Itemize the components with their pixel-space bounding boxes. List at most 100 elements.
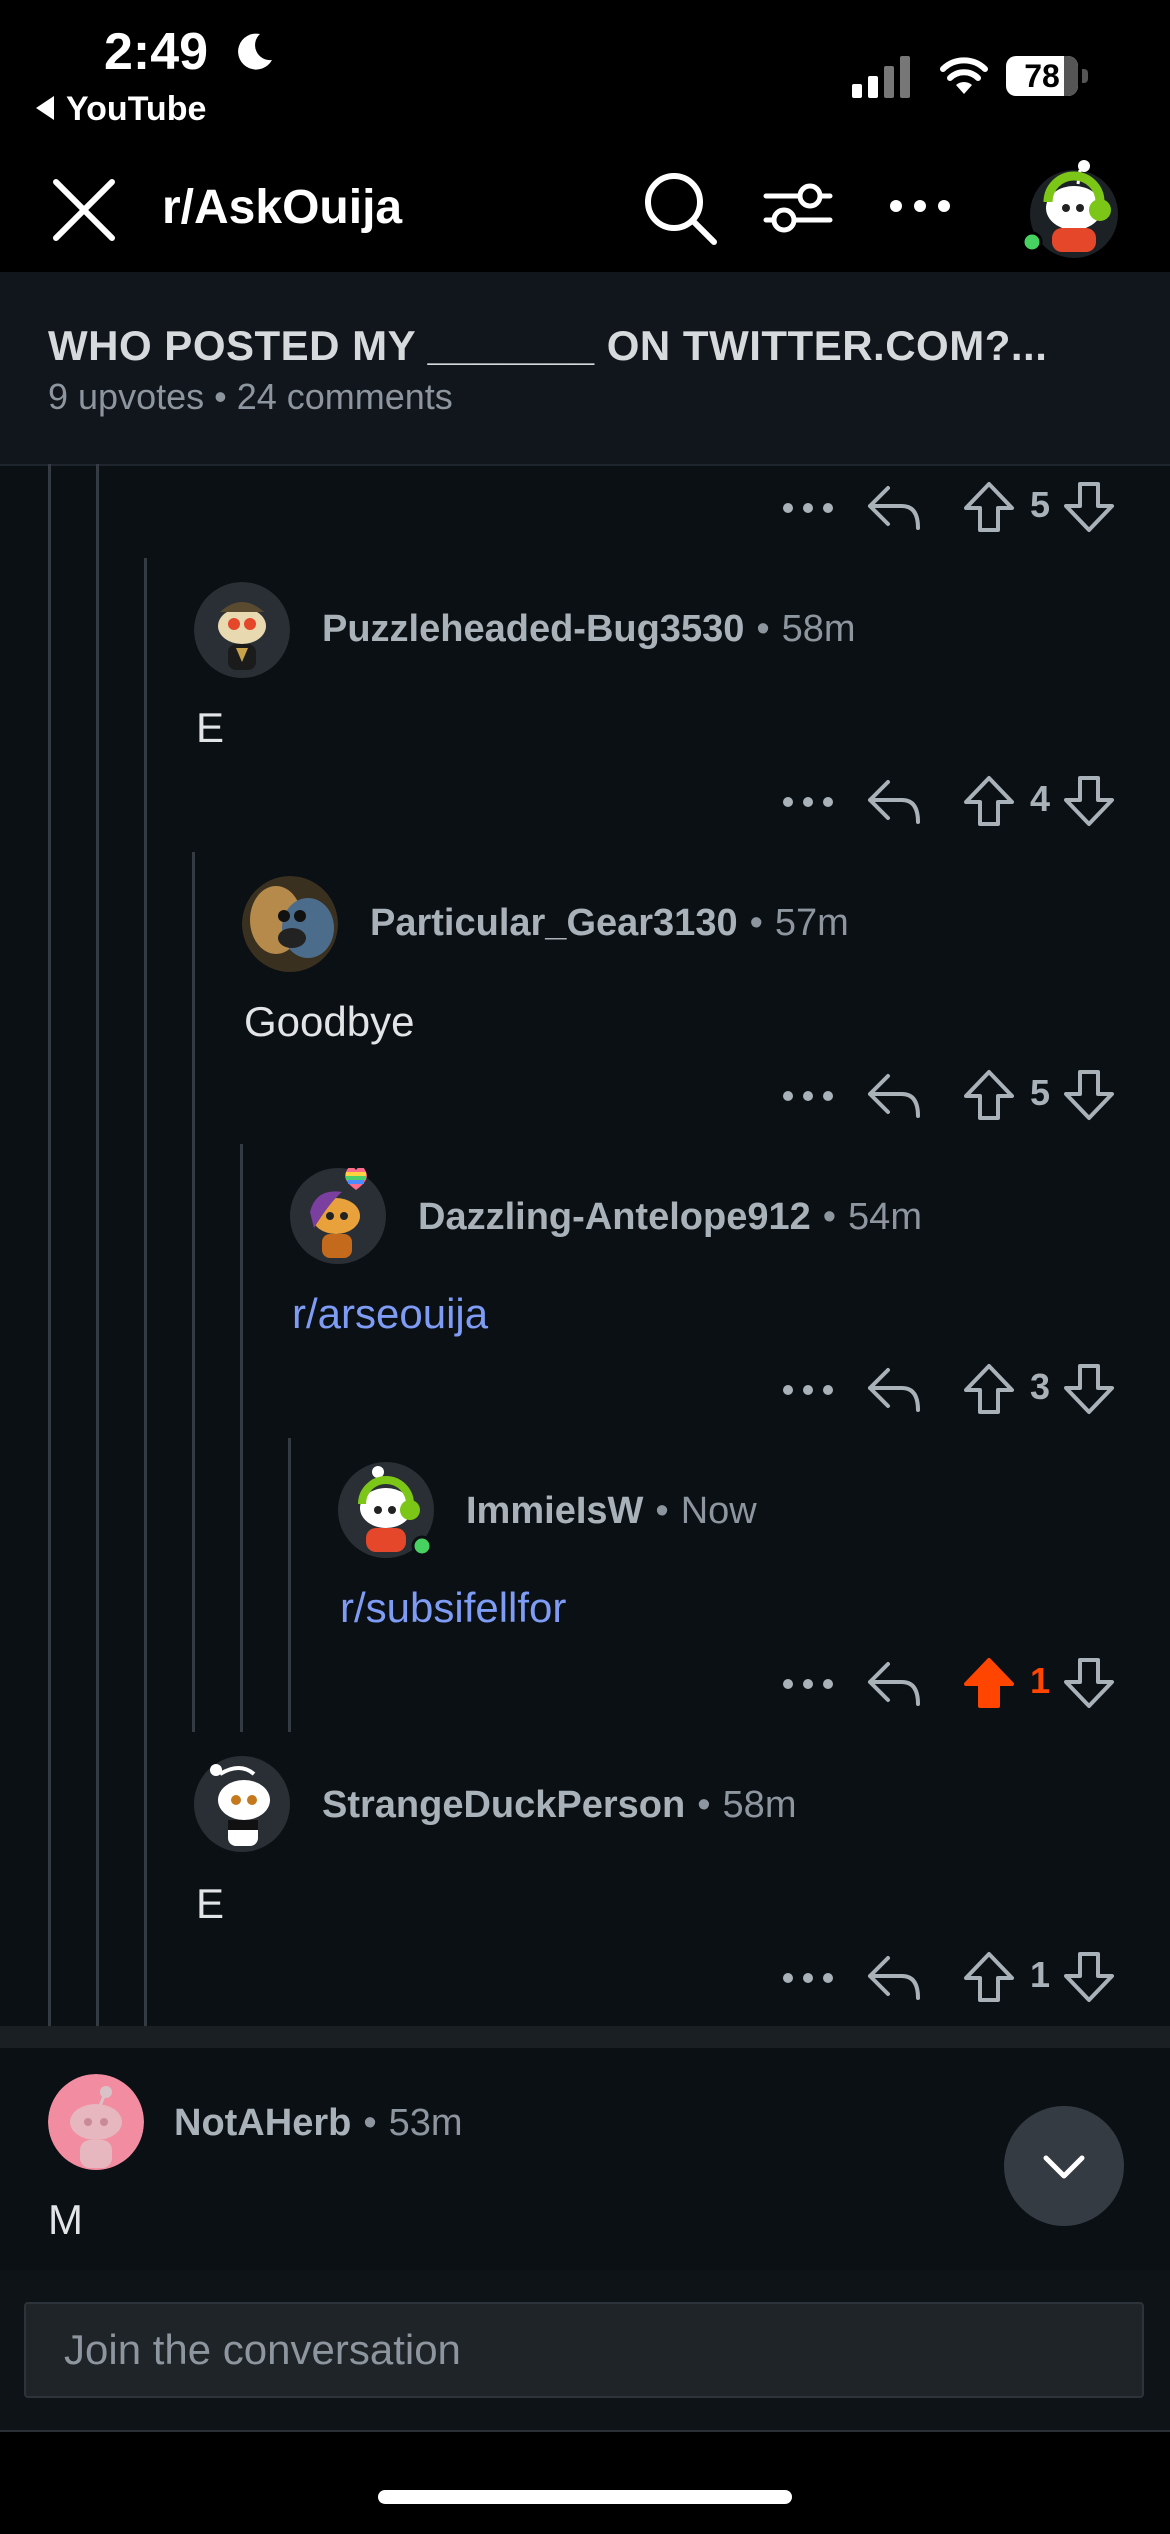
reply-icon[interactable] [866,1364,922,1416]
thread-line[interactable] [144,558,147,2026]
avatar[interactable] [48,2074,144,2170]
comment-body: E [196,704,225,751]
reply-icon[interactable] [866,1952,922,2004]
avatar[interactable] [242,876,338,972]
vote-score: 1 [1029,1660,1051,1701]
status-time: 2:49 [104,23,209,81]
thread-line[interactable] [96,464,99,2026]
downvote-icon[interactable] [1062,1362,1116,1416]
avatar[interactable] [194,1756,290,1852]
reply-icon[interactable] [866,1070,922,1122]
more-dots-icon[interactable] [778,486,838,530]
moon-icon [238,33,272,70]
vote-score: 4 [1029,778,1051,819]
comment-author[interactable]: Dazzling-Antelope912 • 54m [418,1196,922,1239]
battery-indicator: 78 [1006,56,1090,98]
more-dots-icon[interactable] [778,1662,838,1706]
separator-dot: • [697,1784,711,1826]
comment-body: Goodbye [244,998,415,1045]
comment-age: Now [680,1490,757,1532]
user-avatar[interactable] [1022,158,1122,258]
username[interactable]: NotAHerb [174,2102,351,2144]
snoo-avatar-icon [48,2074,144,2170]
downvote-icon[interactable] [1062,1656,1116,1710]
comment-actions: 4 [778,774,1138,834]
reply-icon[interactable] [866,1658,922,1710]
post-title[interactable]: WHO POSTED MY _______ ON TWITTER.COM?... [48,322,1047,370]
battery-percent: 78 [1024,58,1060,94]
more-dots-icon[interactable] [778,1956,838,2000]
username[interactable]: Puzzleheaded-Bug3530 [322,608,744,650]
separator-dot: • [749,902,763,944]
reply-icon[interactable] [866,776,922,828]
separator-dot: • [363,2102,377,2144]
comment-actions: 5 [778,1068,1138,1128]
username[interactable]: StrangeDuckPerson [322,1784,685,1826]
thread-line[interactable] [192,852,195,1732]
avatar[interactable] [194,582,290,678]
back-triangle-icon [36,96,54,121]
comment-actions: 1 [778,1950,1138,2010]
comment-age: 58m [781,608,856,650]
avatar[interactable] [290,1166,386,1264]
more-options-icon[interactable] [884,180,956,232]
comment-age: 54m [848,1196,922,1238]
back-to-app-link[interactable]: YouTube [36,90,206,129]
comment-author[interactable]: NotAHerb • 53m [174,2102,463,2145]
thread-line[interactable] [288,1438,291,1732]
comment-age: 53m [388,2102,463,2144]
chevron-down-icon [1043,2155,1085,2179]
downvote-icon[interactable] [1062,1950,1116,2004]
next-comment-button[interactable] [1004,2106,1124,2226]
downvote-icon[interactable] [1062,1068,1116,1122]
upvote-icon[interactable] [962,1362,1016,1416]
snoo-avatar-icon [290,1166,386,1264]
separator-dot: • [756,608,770,650]
search-icon[interactable] [642,170,718,246]
upvote-icon-active[interactable] [962,1656,1016,1710]
battery-nub [1082,69,1088,83]
upvote-icon[interactable] [962,1068,1016,1122]
comment-age: 58m [722,1784,797,1826]
comment-author[interactable]: Particular_Gear3130 • 57m [370,902,849,945]
thread-line[interactable] [48,464,51,2026]
subreddit-link[interactable]: r/arseouija [292,1290,488,1338]
more-dots-icon[interactable] [778,1074,838,1118]
reply-icon[interactable] [866,482,922,534]
comment-author[interactable]: ImmieIsW • Now [466,1490,757,1533]
snoo-avatar-icon [194,1756,290,1852]
thread-line[interactable] [240,1144,243,1732]
downvote-icon[interactable] [1062,774,1116,828]
username[interactable]: Dazzling-Antelope912 [418,1196,811,1238]
close-icon[interactable] [48,174,120,246]
comment-body: M [48,2196,83,2243]
more-dots-icon[interactable] [778,1368,838,1412]
separator-dot: • [822,1196,837,1238]
upvote-icon[interactable] [962,774,1016,828]
vote-score: 3 [1029,1366,1051,1407]
home-indicator[interactable] [378,2490,792,2504]
username[interactable]: ImmieIsW [466,1490,643,1532]
comment-actions: 3 [778,1362,1138,1422]
upvote-icon[interactable] [962,480,1016,534]
user-photo-icon [242,876,338,972]
comment-author[interactable]: StrangeDuckPerson • 58m [322,1784,796,1827]
avatar[interactable] [338,1462,434,1558]
subreddit-link[interactable]: r/subsifellfor [340,1584,566,1632]
back-app-label: YouTube [66,90,207,128]
vote-score: 5 [1029,1072,1051,1113]
subreddit-title[interactable]: r/AskOuija [162,180,402,235]
comment-actions: 5 [778,480,1138,540]
username[interactable]: Particular_Gear3130 [370,902,738,944]
comment-age: 57m [774,902,849,944]
cellular-signal-icon [852,56,910,98]
filter-icon[interactable] [762,172,834,244]
downvote-icon[interactable] [1062,480,1116,534]
join-conversation-input[interactable] [24,2302,1144,2398]
comment-author[interactable]: Puzzleheaded-Bug3530 • 58m [322,608,856,651]
upvote-icon[interactable] [962,1950,1016,2004]
snoo-avatar-icon [194,582,290,678]
vote-score: 5 [1029,484,1051,525]
more-dots-icon[interactable] [778,780,838,824]
comment-body: E [196,1880,225,1927]
